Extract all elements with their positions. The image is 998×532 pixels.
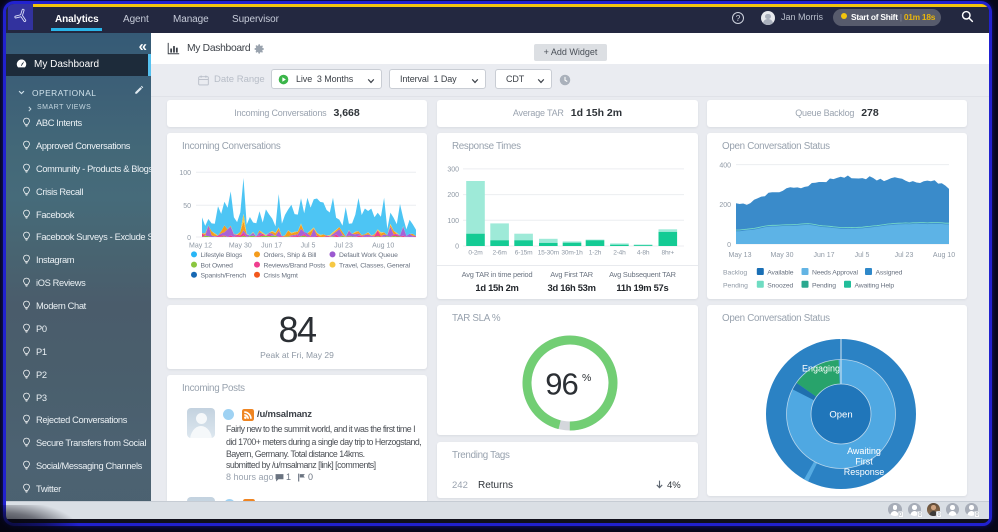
svg-text:Spanish/French: Spanish/French bbox=[201, 273, 247, 280]
svg-text:11h 19m 57s: 11h 19m 57s bbox=[616, 282, 668, 293]
svg-text:Response: Response bbox=[844, 467, 885, 477]
svg-text:Pending: Pending bbox=[812, 282, 836, 289]
svg-text:Bot Owned: Bot Owned bbox=[201, 262, 234, 269]
svg-text:300: 300 bbox=[447, 167, 459, 174]
svg-text:Orders, Ship & Bill: Orders, Ship & Bill bbox=[264, 252, 317, 259]
svg-text:4-8h: 4-8h bbox=[637, 250, 650, 257]
svg-text:Avg TAR in time period: Avg TAR in time period bbox=[462, 270, 533, 279]
svg-text:Needs Approval: Needs Approval bbox=[812, 270, 859, 277]
svg-text:96: 96 bbox=[545, 366, 577, 401]
svg-text:0: 0 bbox=[727, 242, 731, 249]
svg-text:2-6m: 2-6m bbox=[492, 250, 507, 257]
svg-text:May 13: May 13 bbox=[729, 252, 752, 259]
svg-text:Lifestyle Blogs: Lifestyle Blogs bbox=[201, 252, 243, 259]
svg-text:Travel, Classes, General: Travel, Classes, General bbox=[339, 262, 411, 269]
svg-text:Default Work Queue: Default Work Queue bbox=[339, 252, 398, 259]
svg-text:Jul 5: Jul 5 bbox=[301, 243, 316, 250]
svg-text:Jun 17: Jun 17 bbox=[261, 243, 282, 250]
svg-text:Aug 10: Aug 10 bbox=[372, 243, 394, 250]
svg-text:Reviews/Brand Posts: Reviews/Brand Posts bbox=[264, 262, 326, 269]
svg-text:6-15m: 6-15m bbox=[515, 250, 533, 257]
svg-text:2-4h: 2-4h bbox=[613, 250, 626, 257]
svg-text:100: 100 bbox=[447, 218, 459, 225]
svg-text:0: 0 bbox=[455, 244, 459, 251]
svg-text:Jul 5: Jul 5 bbox=[855, 252, 870, 259]
svg-text:200: 200 bbox=[447, 192, 459, 199]
svg-text:50: 50 bbox=[183, 203, 191, 210]
svg-text:May 12: May 12 bbox=[189, 243, 212, 250]
svg-text:0: 0 bbox=[187, 235, 191, 242]
svg-text:1d 15h 2m: 1d 15h 2m bbox=[475, 282, 518, 293]
svg-text:Avg Subsequent TAR: Avg Subsequent TAR bbox=[609, 270, 676, 279]
svg-text:Jul 23: Jul 23 bbox=[895, 252, 914, 259]
svg-text:Jul 23: Jul 23 bbox=[334, 243, 353, 250]
svg-text:30m-1h: 30m-1h bbox=[561, 250, 583, 257]
svg-text:1-2h: 1-2h bbox=[589, 250, 602, 257]
svg-text:Aug 10: Aug 10 bbox=[933, 252, 955, 259]
svg-text:Pending: Pending bbox=[723, 282, 748, 289]
svg-text:200: 200 bbox=[719, 202, 731, 209]
svg-text:Assigned: Assigned bbox=[876, 270, 903, 277]
svg-text:%: % bbox=[582, 372, 591, 384]
svg-text:First: First bbox=[855, 457, 873, 467]
svg-text:400: 400 bbox=[719, 162, 731, 169]
svg-text:Backlog: Backlog bbox=[723, 270, 747, 277]
svg-text:Awaiting: Awaiting bbox=[847, 446, 881, 456]
svg-text:8hr+: 8hr+ bbox=[662, 250, 675, 257]
svg-text:Engaging: Engaging bbox=[802, 364, 840, 374]
svg-text:15-30m: 15-30m bbox=[538, 250, 560, 257]
svg-text:Open: Open bbox=[829, 410, 852, 421]
svg-text:Snoozed: Snoozed bbox=[767, 282, 793, 289]
svg-text:May 30: May 30 bbox=[771, 252, 794, 259]
svg-text:May 30: May 30 bbox=[229, 243, 252, 250]
svg-text:Awaiting Help: Awaiting Help bbox=[855, 282, 895, 289]
svg-text:Avg First TAR: Avg First TAR bbox=[550, 270, 593, 279]
svg-text:100: 100 bbox=[179, 170, 191, 177]
svg-text:Crisis Mgmt: Crisis Mgmt bbox=[264, 273, 298, 280]
svg-text:Jun 17: Jun 17 bbox=[813, 252, 834, 259]
svg-text:0-2m: 0-2m bbox=[468, 250, 483, 257]
svg-text:3d 16h 53m: 3d 16h 53m bbox=[548, 282, 596, 293]
svg-text:Available: Available bbox=[767, 270, 793, 277]
